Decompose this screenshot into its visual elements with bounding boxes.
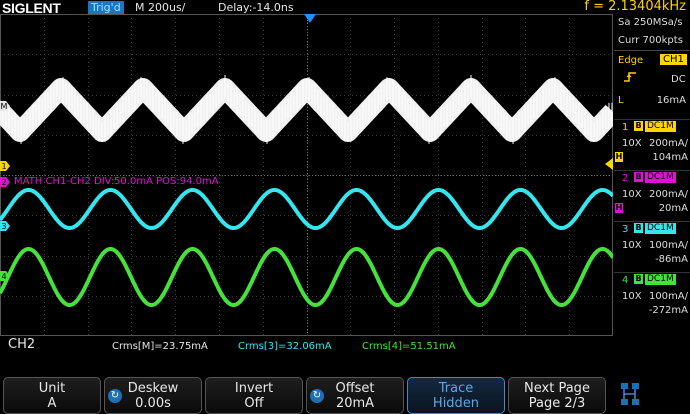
coupling-badge: DC1M <box>645 172 676 183</box>
svg-text:4: 4 <box>1 272 6 281</box>
math-info-label: MATH CH1-CH2 DIV:50.0mA POS:94.0mA <box>14 176 219 187</box>
svg-text:2: 2 <box>1 178 6 187</box>
softkey-title: Next Page <box>524 381 590 396</box>
trigger-coupling: DC <box>671 74 686 85</box>
channel-number: 1 <box>622 122 629 133</box>
vertical-offset: -86mA <box>655 254 688 265</box>
bandwidth-badge: B <box>634 121 643 131</box>
bandwidth-badge: B <box>634 223 643 233</box>
softkey-value: Hidden <box>432 396 480 411</box>
trigger-level: 16mA <box>656 95 686 106</box>
knob-icon: ↻ <box>310 389 324 403</box>
delay-readout[interactable]: Delay:-14.0ns <box>218 1 294 14</box>
coupling-badge: DC1M <box>645 223 676 234</box>
probe-ratio: 10X <box>622 138 642 149</box>
svg-text:M: M <box>1 102 8 111</box>
softkey-title: Invert <box>234 381 274 396</box>
trigger-status-badge: Trig'd <box>88 1 124 14</box>
softkey-value: A <box>47 396 57 411</box>
svg-text:3: 3 <box>1 222 6 231</box>
softkey-invert[interactable]: Invert Off <box>205 377 303 414</box>
memory-depth: Curr 700kpts <box>618 35 683 46</box>
vertical-scale: 100mA/ <box>648 240 688 251</box>
trigger-level-prefix: L <box>618 95 624 106</box>
bw-limit-badge: H <box>615 152 623 162</box>
softkey-unit[interactable]: Unit A <box>3 377 101 414</box>
sample-rate: Sa 250MSa/s <box>618 17 683 28</box>
channel-number: 4 <box>622 275 629 286</box>
knob-icon: ↻ <box>108 389 122 403</box>
svg-text:1: 1 <box>1 162 6 171</box>
frequency-readout: f = 2.13404kHz <box>584 0 686 14</box>
bandwidth-badge: B <box>634 274 643 284</box>
vertical-scale: 200mA/ <box>648 189 688 200</box>
channel-number: 2 <box>622 173 629 184</box>
timebase-readout[interactable]: M 200us/ <box>135 1 185 14</box>
softkey-offset[interactable]: ↻ Offset 20mA <box>306 377 404 414</box>
measurement-readout: Crms[4]=51.51mA <box>362 341 456 352</box>
trigger-source-badge[interactable]: CH1 <box>660 54 687 65</box>
vertical-scale: 100mA/ <box>648 291 688 302</box>
softkey-next-page[interactable]: Next Page Page 2/3 <box>508 377 606 414</box>
bandwidth-badge: B <box>634 172 643 182</box>
coupling-badge: DC1M <box>645 121 676 132</box>
softkey-value: Off <box>244 396 264 411</box>
probe-ratio: 10X <box>622 189 642 200</box>
probe-ratio: 10X <box>622 291 642 302</box>
vertical-offset: 20mA <box>658 203 688 214</box>
probe-ratio: 10X <box>622 240 642 251</box>
channel-3-info[interactable]: 3 B DC1M 10X 100mA/ -86mA <box>614 221 690 272</box>
measurement-readout: Crms[3]=32.06mA <box>238 341 332 352</box>
selected-channel-label: CH2 <box>8 337 36 352</box>
softkey-title: Unit <box>38 381 66 396</box>
measurement-bar <box>0 336 690 376</box>
softkey-title: Trace <box>438 381 474 396</box>
vertical-offset: -272mA <box>648 305 688 316</box>
measurement-readout: Crms[M]=23.75mA <box>112 341 208 352</box>
right-info-panel: Sa 250MSa/s Curr 700kpts Edge CH1 DC L 1… <box>614 16 690 376</box>
softkey-trace[interactable]: Trace Hidden <box>407 377 505 414</box>
coupling-badge: DC1M <box>645 274 676 285</box>
channel-number: 3 <box>622 224 629 235</box>
channel-1-info[interactable]: 1 B DC1M 10X 200mA/H 104mA <box>614 119 690 170</box>
vertical-scale: 200mA/ <box>648 138 688 149</box>
vertical-offset: 104mA <box>652 152 688 163</box>
trigger-type[interactable]: Edge <box>618 55 643 66</box>
rising-edge-icon <box>624 71 636 86</box>
channel-4-info[interactable]: 4 B DC1M 10X 100mA/ -272mA <box>614 272 690 323</box>
bw-limit-badge: H <box>615 203 623 213</box>
waveform-display[interactable]: MATH CH1-CH2 DIV:50.0mA POS:94.0mA M 1 2 3 4 <box>0 14 613 336</box>
softkey-value: Page 2/3 <box>528 396 586 411</box>
network-icon <box>620 382 640 408</box>
channel-2-info[interactable]: 2 B DC1M 10X 200mA/H 20mA <box>614 170 690 221</box>
softkey-deskew[interactable]: ↻ Deskew 0.00s <box>104 377 202 414</box>
